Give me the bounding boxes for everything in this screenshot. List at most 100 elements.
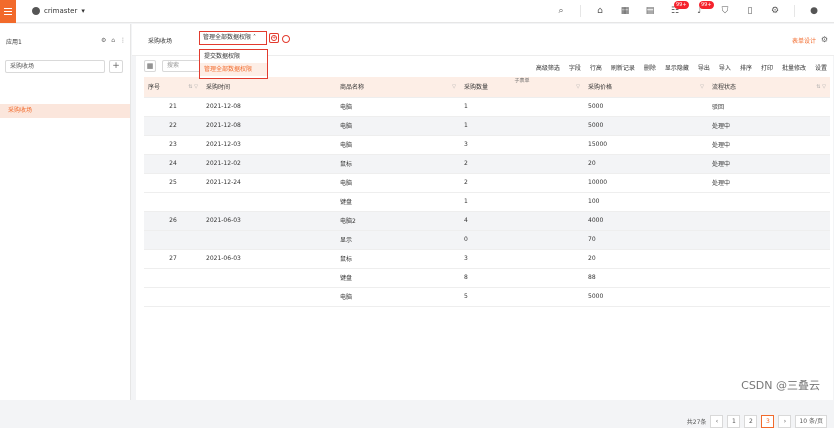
top-bar: crimaster ▾ ⌕ ⌂ ▦ ▤ ☷ 99+ ♪ 99+ ⛉ ▯ ⚙ ● [0,0,834,23]
show-hide-button[interactable]: 显示隐藏 [665,63,689,72]
table-cell [708,230,830,250]
col-header[interactable]: 采购价格 ▽ [584,77,708,98]
page-button[interactable]: 1 [727,415,741,428]
table-row[interactable]: 26 2021-06-03 电脑2 4 4000 [144,211,830,231]
table-cell: 2021-12-08 [202,116,336,136]
prev-page-button[interactable]: ‹ [710,415,724,428]
home-icon[interactable]: ⌂ [111,37,115,44]
print-button[interactable]: 打印 [761,63,773,72]
export-button[interactable]: 导出 [698,63,710,72]
table-row[interactable]: 键盘 1 100 [144,192,830,212]
table-row[interactable]: 键盘 8 88 [144,268,830,288]
row-height-button[interactable]: 行高 [590,63,602,72]
page-button[interactable]: 2 [744,415,758,428]
table-cell: 23 [144,135,202,155]
message-icon[interactable]: ▤ [644,5,656,17]
table-cell [144,268,202,288]
gear-icon[interactable]: ⚙ [821,35,828,44]
refresh-icon[interactable] [282,35,290,43]
view-select[interactable]: 管理全部数据权限 ˄ [199,31,267,45]
table-cell [202,230,336,250]
table-cell: 2021-12-08 [202,97,336,117]
subform-label: 子表单 [514,78,530,84]
table-cell: 处理中 [708,135,830,155]
fields-button[interactable]: 字段 [569,63,581,72]
gear-icon[interactable]: ⚙ [101,37,106,44]
next-page-button[interactable]: › [778,415,792,428]
book-icon[interactable]: ▯ [744,5,756,17]
table-cell: 驳回 [708,97,830,117]
table-cell [202,268,336,288]
tab-bar: 采购收场 管理全部数据权限 ˄ + 提交数据权限 管理全部数据权限 表单设计 ⚙ [132,24,834,79]
add-view-button[interactable]: + [269,33,279,43]
table-cell: 21 [144,97,202,117]
table-row[interactable]: 21 2021-12-08 电脑 1 5000 驳回 [144,97,830,117]
filter-button[interactable]: 高级筛选 [536,63,560,72]
home-icon[interactable]: ⌂ [594,5,606,17]
apps-icon[interactable]: ▦ [619,5,631,17]
table-cell: 显示 [336,230,460,250]
refresh-button[interactable]: 刷新记录 [611,63,635,72]
batch-edit-button[interactable]: 批量修改 [782,63,806,72]
bell-icon[interactable]: ♪ 99+ [694,1,714,17]
page-button-current[interactable]: 3 [761,415,775,428]
menu-icon[interactable] [0,0,16,23]
table-cell [708,268,830,288]
main-area: 采购收场 管理全部数据权限 ˄ + 提交数据权限 管理全部数据权限 表单设计 ⚙… [132,24,834,428]
table-cell: 2021-06-03 [202,211,336,231]
col-header[interactable]: 序号 ⇅ ▽ [144,77,202,98]
table-cell [708,192,830,212]
user-icon[interactable]: ● [808,5,820,17]
table-cell: 24 [144,154,202,174]
chevron-down-icon: ▾ [81,7,85,15]
table-cell [708,249,830,269]
settings-button[interactable]: 设置 [815,63,827,72]
page-size-select[interactable]: 10 条/页 [795,415,827,428]
table-cell: 处理中 [708,154,830,174]
import-button[interactable]: 导入 [719,63,731,72]
col-header[interactable]: 商品名称 ▽ [336,77,460,98]
tab-purchase[interactable]: 采购收场 [148,36,172,45]
table-row[interactable]: 24 2021-12-02 鼠标 2 20 处理中 [144,154,830,174]
table-cell [202,192,336,212]
table-cell: 5000 [584,116,708,136]
table-row[interactable]: 22 2021-12-08 电脑 1 5000 处理中 [144,116,830,136]
table-cell: 2021-12-24 [202,173,336,193]
more-icon[interactable]: ⋮ [120,37,126,44]
table-row[interactable]: 25 2021-12-24 电脑 2 10000 处理中 [144,173,830,193]
task-icon[interactable]: ☷ 99+ [669,1,689,17]
table-row[interactable]: 电脑 5 5000 [144,287,830,307]
app-switcher[interactable]: crimaster ▾ [32,7,85,15]
table-cell: 15000 [584,135,708,155]
bell-badge: 99+ [699,1,714,9]
col-header[interactable]: 采购时间 [202,77,336,98]
add-button[interactable]: + [109,60,123,73]
table-row[interactable]: 27 2021-06-03 鼠标 3 20 [144,249,830,269]
sidebar-item-purchase[interactable]: 采购收场 [0,104,130,118]
divider [794,5,795,17]
search-icon[interactable]: ⌕ [555,5,567,17]
table-cell: 88 [584,268,708,288]
table-cell [144,287,202,307]
col-header[interactable]: 子表单 采购数量 ▽ [460,77,584,98]
shirt-icon[interactable]: ⛉ [719,5,731,17]
table-cell: 27 [144,249,202,269]
toolbar-actions: 高级筛选 字段 行高 刷新记录 删除 显示隐藏 导出 导入 排序 打印 批量修改… [536,63,827,72]
sort-button[interactable]: 排序 [740,63,752,72]
table-row[interactable]: 23 2021-12-03 电脑 3 15000 处理中 [144,135,830,155]
view-dropdown: 提交数据权限 管理全部数据权限 [199,49,268,79]
view-option[interactable]: 提交数据权限 [200,50,267,63]
view-option-selected[interactable]: 管理全部数据权限 [200,63,267,76]
table-cell [144,192,202,212]
sidebar-search-input[interactable]: 采购收场 [5,60,105,73]
form-design-button[interactable]: 表单设计 [792,36,816,45]
table-cell: 1 [460,192,584,212]
grid-icon[interactable]: ▦ [144,60,156,72]
col-header[interactable]: 流程状态 ⇅ ▽ [708,77,830,98]
table-cell: 2021-12-03 [202,135,336,155]
table-row[interactable]: 显示 0 70 [144,230,830,250]
table-cell: 5 [460,287,584,307]
delete-button[interactable]: 删除 [644,63,656,72]
settings-icon[interactable]: ⚙ [769,5,781,17]
table-cell: 70 [584,230,708,250]
